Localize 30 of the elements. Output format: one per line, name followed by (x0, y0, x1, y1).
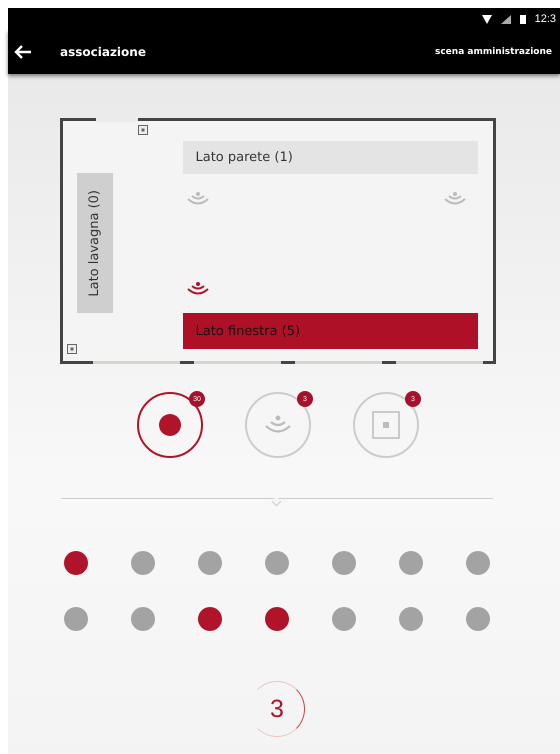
corner-marker-icon[interactable] (138, 125, 148, 135)
seat-dot[interactable] (131, 551, 155, 575)
corner-marker-icon[interactable] (66, 344, 76, 354)
seat-dot[interactable] (64, 607, 88, 631)
seat-dot[interactable] (466, 607, 490, 631)
step-number: 3 (270, 694, 284, 724)
seat-dot[interactable] (399, 607, 423, 631)
side-label[interactable]: Lato lavagna (0) (76, 173, 112, 313)
back-arrow-icon (14, 45, 32, 59)
seat-dot[interactable] (64, 551, 88, 575)
seat-dot[interactable] (265, 551, 289, 575)
seat-dot[interactable] (332, 607, 356, 631)
signal-icon (500, 14, 511, 24)
seat-dot[interactable] (198, 551, 222, 575)
screen-title: associazione (60, 45, 147, 59)
seat-dot[interactable] (265, 607, 289, 631)
back-button[interactable] (12, 43, 34, 61)
seat-dot[interactable] (332, 551, 356, 575)
side-label[interactable]: Lato parete (1) (182, 141, 478, 174)
square-icon (372, 411, 400, 439)
seat-dot[interactable] (399, 551, 423, 575)
dot-icon (156, 411, 184, 439)
battery-icon (520, 14, 526, 24)
wifi-icon (482, 14, 492, 24)
seat-dot[interactable] (466, 551, 490, 575)
clock: 12:3 (534, 13, 556, 25)
sensor-icon[interactable] (186, 281, 210, 297)
admin-link[interactable]: scena amministrazione (434, 47, 552, 57)
seat-dot[interactable] (131, 607, 155, 631)
seat-dot[interactable] (198, 607, 222, 631)
